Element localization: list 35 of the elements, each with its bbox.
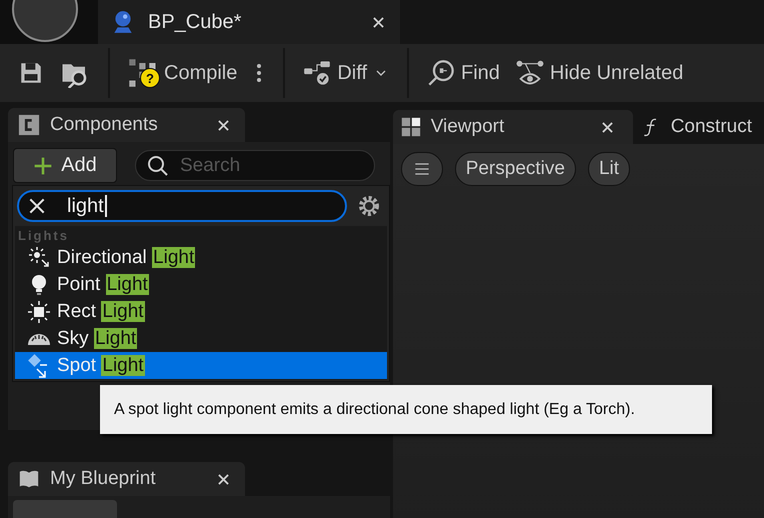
menu-item[interactable]: Rect Light <box>15 298 387 325</box>
search-icon <box>146 154 170 178</box>
book-icon <box>18 468 40 490</box>
diff-icon <box>303 59 332 87</box>
viewport-menu-button[interactable] <box>400 152 443 186</box>
menu-item[interactable]: Point Light <box>15 271 387 298</box>
asset-tab-title: BP_Cube* <box>148 10 242 34</box>
hide-button[interactable]: Hide Unrelated <box>508 55 692 91</box>
menu-item[interactable]: Spot Light <box>15 352 387 379</box>
find-icon <box>427 59 455 87</box>
sun-arrow-icon <box>27 246 51 270</box>
hide-unrelated-icon <box>516 59 544 87</box>
add-button[interactable]: Add <box>13 148 117 183</box>
plus-icon <box>33 156 54 176</box>
settings-icon <box>357 194 381 218</box>
rect-light-icon <box>27 300 51 324</box>
panel-tab-title: My Blueprint <box>50 468 157 490</box>
tooltip: A spot light component emits a directional cone shaped light (Eg a Torch). <box>100 385 712 434</box>
components-icon <box>18 114 40 136</box>
menu-item[interactable]: Sky Light <box>15 325 387 352</box>
diff-button[interactable]: Diff <box>295 55 397 91</box>
category-label: Lights <box>17 228 70 244</box>
grid-icon <box>400 117 421 137</box>
find-button[interactable]: Find <box>419 55 508 91</box>
viewport-tab[interactable]: Construct <box>632 110 764 144</box>
warning-badge: ? <box>140 68 160 88</box>
close-icon[interactable] <box>602 122 613 132</box>
view-mode-button[interactable]: Lit <box>588 152 630 186</box>
menu-item[interactable]: Directional Light <box>15 244 387 271</box>
view-mode-button[interactable]: Perspective <box>454 152 576 186</box>
viewport-tab[interactable]: Viewport <box>392 110 633 144</box>
compile-button[interactable]: ? Compile <box>120 54 246 92</box>
panel-tab-title: Components <box>50 114 159 136</box>
filter-field[interactable]: light <box>17 190 347 222</box>
clear-icon <box>27 196 47 216</box>
